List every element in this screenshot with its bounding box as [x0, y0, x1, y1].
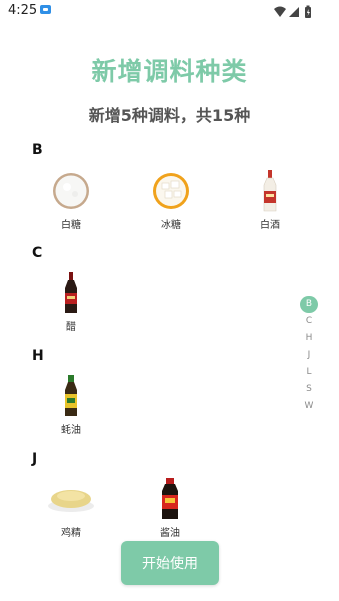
white-sugar-icon [41, 170, 101, 212]
section-letter-c: C [32, 245, 43, 261]
item-label: 酱油 [160, 528, 180, 539]
alphabet-index-bar[interactable]: B C H J L S W [298, 296, 320, 415]
seasoning-item-vinegar[interactable]: 醋 [41, 272, 101, 333]
seasoning-item-white-sugar[interactable]: 白糖 [41, 170, 101, 231]
wifi-icon [274, 6, 286, 17]
status-time: 4:25 [8, 3, 38, 18]
section-letter-b: B [32, 142, 43, 158]
oyster-sauce-icon [41, 375, 101, 417]
item-label: 鸡精 [61, 528, 81, 539]
item-label: 冰糖 [161, 220, 181, 231]
index-letter-b[interactable]: B [300, 296, 318, 313]
status-bar: 4:25 [0, 0, 339, 22]
vinegar-bottle-icon [41, 272, 101, 314]
seasoning-item-chicken-essence[interactable]: 鸡精 [41, 478, 101, 539]
index-letter-s[interactable]: S [300, 381, 318, 398]
battery-icon [305, 5, 311, 18]
section-letter-j: J [32, 451, 38, 467]
seasoning-item-soy-sauce[interactable]: 酱油 [140, 478, 200, 539]
item-label: 白糖 [61, 220, 81, 231]
rock-sugar-icon [141, 170, 201, 212]
index-letter-h[interactable]: H [300, 330, 318, 347]
chicken-essence-icon [41, 478, 101, 520]
index-letter-w[interactable]: W [300, 398, 318, 415]
cellular-signal-icon [289, 7, 299, 17]
item-label: 白酒 [260, 220, 280, 231]
section-letter-h: H [32, 348, 44, 364]
seasoning-item-oyster-sauce[interactable]: 蚝油 [41, 375, 101, 436]
status-indicators [273, 4, 317, 23]
item-label: 蚝油 [61, 425, 81, 436]
index-letter-l[interactable]: L [300, 364, 318, 381]
soy-sauce-icon [140, 478, 200, 520]
page-title: 新增调料种类 [91, 57, 248, 86]
liquor-bottle-icon [240, 170, 300, 212]
seasoning-item-liquor[interactable]: 白酒 [240, 170, 300, 231]
index-letter-j[interactable]: J [300, 347, 318, 364]
start-button[interactable]: 开始使用 [121, 541, 219, 585]
page-subtitle: 新增5种调料，共15种 [88, 106, 251, 125]
index-letter-c[interactable]: C [300, 313, 318, 330]
seasoning-item-rock-sugar[interactable]: 冰糖 [141, 170, 201, 231]
item-label: 醋 [66, 322, 76, 333]
app-notification-icon [40, 5, 51, 14]
